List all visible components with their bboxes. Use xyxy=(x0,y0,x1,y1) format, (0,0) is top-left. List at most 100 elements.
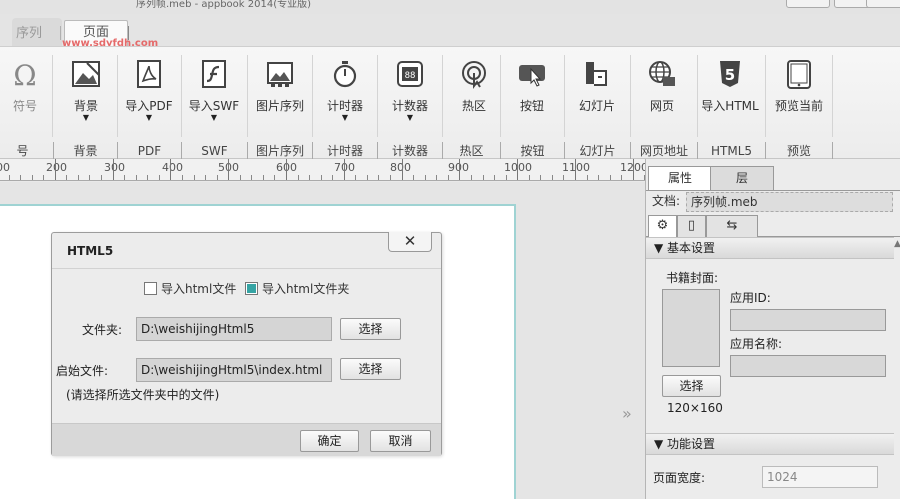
tool-label: 预览当前 xyxy=(774,99,823,113)
tool-slideshow[interactable]: 幻灯片 xyxy=(566,51,628,139)
function-settings-label: 功能设置 xyxy=(667,437,716,451)
ruler-major-tick xyxy=(112,159,114,180)
start-file-field[interactable]: D:\weishijingHtml5\index.html xyxy=(136,358,332,382)
choose-cover-button[interactable]: 选择 xyxy=(662,375,721,397)
tool-label: 按钮 xyxy=(519,99,544,113)
tool-webpage[interactable]: 网页 xyxy=(631,51,693,139)
cover-label: 书籍封面: xyxy=(666,271,719,285)
app-id-label: 应用ID: xyxy=(730,291,771,305)
ruler-minor-tick xyxy=(31,175,33,180)
ruler-minor-tick xyxy=(20,175,22,180)
ruler-label: 400 xyxy=(162,161,183,174)
tool-background[interactable]: 背景 ▼ xyxy=(55,51,117,139)
basic-settings-header[interactable]: ▼ 基本设置 xyxy=(646,237,894,259)
ruler-major-tick xyxy=(632,159,634,180)
ruler-major-tick xyxy=(343,159,345,180)
toolbar-divider xyxy=(765,55,766,137)
horizontal-ruler: 00 200 300 400 500 600 700 800 900 1000 … xyxy=(0,159,645,181)
settings-gear-icon[interactable]: ⚙ xyxy=(648,215,677,237)
tool-symbol[interactable]: Ω 符号 xyxy=(0,51,56,139)
svg-text:88: 88 xyxy=(405,71,416,81)
ruler-minor-tick xyxy=(124,175,126,180)
tool-hotspot[interactable]: 热区 xyxy=(443,51,505,139)
ribbon-toolbar: Ω 符号 背景 ▼ 导入PDF ▼ 导入SWF ▼ 图片序列 计时器 ▼ 88 … xyxy=(0,46,900,160)
tab-properties[interactable]: 属性 xyxy=(648,166,712,190)
group-label: 按钮 xyxy=(501,142,565,160)
folder-path-field[interactable]: D:\weishijingHtml5 xyxy=(136,317,332,341)
ruler-minor-tick xyxy=(274,175,276,180)
tool-label: 背景 xyxy=(73,99,98,113)
toolbar-divider xyxy=(117,55,118,137)
ruler-label: 800 xyxy=(390,161,411,174)
tool-label: 导入HTML xyxy=(701,99,759,113)
ok-button[interactable]: 确定 xyxy=(300,430,359,452)
ruler-minor-tick xyxy=(540,175,542,180)
tool-counter[interactable]: 88 计数器 ▼ xyxy=(379,51,441,139)
group-label: 幻灯片 xyxy=(565,142,631,160)
toolbar-divider xyxy=(630,55,631,137)
ruler-label: 1100 xyxy=(562,161,590,174)
toolbar-divider xyxy=(564,55,565,137)
tool-timer[interactable]: 计时器 ▼ xyxy=(314,51,376,139)
tool-import-swf[interactable]: 导入SWF ▼ xyxy=(183,51,245,139)
tab-layers[interactable]: 层 xyxy=(710,166,774,190)
browse-folder-button[interactable]: 选择 xyxy=(340,318,401,340)
dialog-close-button[interactable]: ✕ xyxy=(388,232,432,252)
ruler-minor-tick xyxy=(482,175,484,180)
dropdown-arrow-icon[interactable]: ▼ xyxy=(379,114,441,122)
import-file-option[interactable]: 导入html文件 xyxy=(144,280,236,297)
ruler-minor-tick xyxy=(297,175,299,180)
ruler-minor-tick xyxy=(66,175,68,180)
svg-text:Ω: Ω xyxy=(13,59,36,89)
ruler-minor-tick xyxy=(251,175,253,180)
import-folder-option[interactable]: 导入html文件夹 xyxy=(245,280,349,297)
scroll-up-icon[interactable]: ▲ xyxy=(894,239,900,249)
ruler-minor-tick xyxy=(470,175,472,180)
tool-preview-current[interactable]: 预览当前 xyxy=(768,51,830,139)
ruler-minor-tick xyxy=(621,175,623,180)
toolbar-divider xyxy=(52,55,53,137)
inspector-tabs: ⚙ ▯ ⇆ xyxy=(646,215,900,237)
minimize-button[interactable] xyxy=(786,0,830,8)
ruler-minor-tick xyxy=(89,175,91,180)
ruler-minor-tick xyxy=(586,175,588,180)
tool-image-sequence[interactable]: 图片序列 xyxy=(249,51,311,139)
page-layout-icon[interactable]: ▯ xyxy=(677,215,706,237)
collapse-panel-icon[interactable]: » xyxy=(622,404,632,423)
ruler-minor-tick xyxy=(205,175,207,180)
close-window-button[interactable] xyxy=(866,0,900,8)
import-folder-checkbox[interactable] xyxy=(245,282,258,295)
dropdown-arrow-icon[interactable]: ▼ xyxy=(183,114,245,122)
basic-settings-label: 基本设置 xyxy=(667,241,716,255)
toolbar-divider xyxy=(312,55,313,137)
swf-flash-icon xyxy=(199,59,229,89)
ruler-minor-tick xyxy=(528,175,530,180)
import-file-checkbox[interactable] xyxy=(144,282,157,295)
dropdown-arrow-icon[interactable]: ▼ xyxy=(118,114,180,122)
function-settings-header[interactable]: ▼ 功能设置 xyxy=(646,433,894,455)
ruler-minor-tick xyxy=(424,175,426,180)
title-bar: 序列帧.meb - appbook 2014(专业版) xyxy=(0,0,900,14)
ruler-label: 300 xyxy=(104,161,125,174)
transition-cycle-icon[interactable]: ⇆ xyxy=(706,215,758,237)
page-width-input[interactable]: 1024 xyxy=(762,466,878,488)
tool-import-html[interactable]: 5 导入HTML xyxy=(699,51,761,139)
ruler-minor-tick xyxy=(551,175,553,180)
group-label: 预览 xyxy=(766,142,833,160)
tool-import-pdf[interactable]: 导入PDF ▼ xyxy=(118,51,180,139)
cancel-button[interactable]: 取消 xyxy=(370,430,431,452)
tablet-preview-icon xyxy=(784,59,814,89)
browse-start-file-button[interactable]: 选择 xyxy=(340,358,401,380)
ruler-minor-tick xyxy=(436,175,438,180)
tool-label: 导入SWF xyxy=(188,99,240,113)
dropdown-arrow-icon[interactable]: ▼ xyxy=(314,114,376,122)
cover-preview xyxy=(662,289,720,367)
app-name-input[interactable] xyxy=(730,355,886,377)
globe-webpage-icon xyxy=(647,59,677,89)
toolbar-group-labels: 号 背景 PDF SWF 图片序列 计时器 计数器 热区 按钮 幻灯片 网页地址… xyxy=(0,142,900,160)
dropdown-arrow-icon[interactable]: ▼ xyxy=(55,114,117,122)
group-label: 号 xyxy=(0,142,54,160)
tool-button[interactable]: 按钮 xyxy=(501,51,563,139)
app-id-input[interactable] xyxy=(730,309,886,331)
ruler-minor-tick xyxy=(135,175,137,180)
